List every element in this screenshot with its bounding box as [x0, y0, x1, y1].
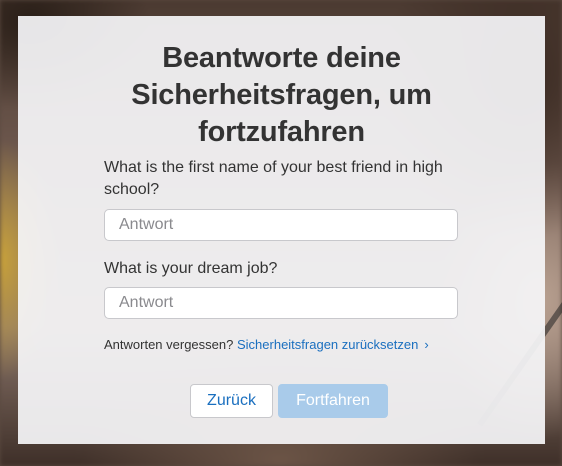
question-2-label: What is your dream job? — [104, 260, 278, 277]
reset-link-label: Sicherheitsfragen zurücksetzen — [236, 337, 419, 352]
title-line-3: fortzufahren — [198, 116, 365, 148]
forgot-answers-row: Antworten vergessen? Sicherheitsfragen z… — [104, 337, 464, 352]
back-button[interactable]: Zurück — [190, 384, 273, 418]
title-line-2: Sicherheitsfragen, um — [131, 79, 432, 111]
question-1-label: What is the first name of your best frie… — [104, 159, 443, 198]
reset-security-questions-link[interactable]: Sicherheitsfragen zurücksetzen › — [237, 337, 429, 352]
title-line-1: Beantworte deine — [162, 42, 401, 74]
page-title: Beantworte deine Sicherheitsfragen, um f… — [18, 40, 545, 151]
forgot-answers-text: Antworten vergessen? — [104, 337, 234, 352]
chevron-right-icon: › — [424, 337, 429, 352]
security-questions-dialog: Beantworte deine Sicherheitsfragen, um f… — [18, 16, 545, 444]
answer-2-input[interactable] — [104, 287, 458, 319]
continue-button[interactable]: Fortfahren — [278, 384, 388, 418]
answer-1-input[interactable] — [104, 209, 458, 241]
